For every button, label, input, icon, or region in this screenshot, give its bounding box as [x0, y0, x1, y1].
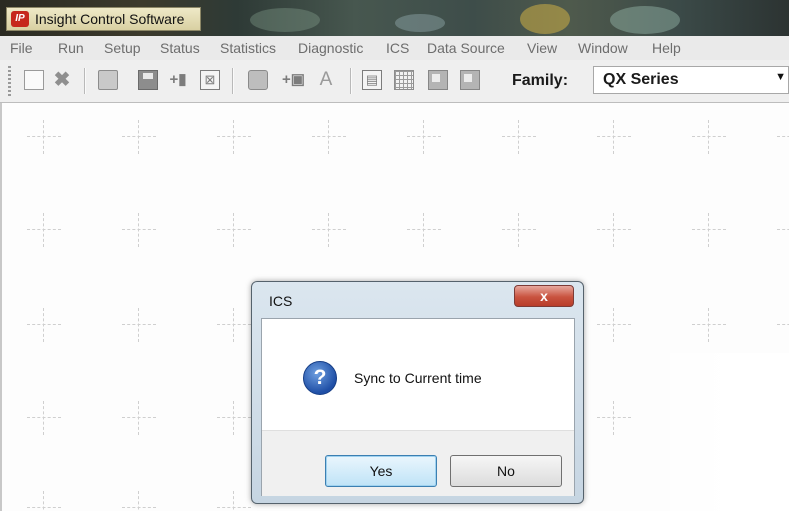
- menu-data-source[interactable]: Data Source: [427, 40, 505, 56]
- grid-cross: [407, 120, 441, 154]
- dialog-message: Sync to Current time: [354, 370, 482, 386]
- grid-cross: [597, 213, 631, 247]
- app-title: Insight Control Software: [35, 11, 185, 27]
- background-glow: [395, 14, 445, 32]
- question-icon: ?: [303, 361, 337, 395]
- delete-icon[interactable]: ✖: [52, 70, 72, 90]
- dialog-message-area: ? Sync to Current time: [262, 319, 574, 430]
- grid-cross: [122, 120, 156, 154]
- menu-ics[interactable]: ICS: [386, 40, 409, 56]
- grid-cross: [502, 120, 536, 154]
- layout-icon[interactable]: ▤: [362, 70, 382, 90]
- grid-cross: [217, 213, 251, 247]
- background-glow: [610, 6, 680, 34]
- app-logo-icon: IP: [11, 11, 29, 27]
- grid-cross: [122, 491, 156, 511]
- toolbar-separator: [232, 68, 234, 94]
- yes-button[interactable]: Yes: [325, 455, 437, 487]
- dialog-button-area: Yes No: [262, 430, 574, 496]
- window-title-bar: IP Insight Control Software: [0, 0, 789, 36]
- family-label: Family:: [512, 72, 569, 89]
- grid-cross: [407, 213, 441, 247]
- grid-cross: [312, 213, 346, 247]
- toolbar-separator: [350, 68, 352, 94]
- new-document-icon[interactable]: [24, 70, 44, 90]
- grid-cross: [777, 120, 789, 154]
- background-glow: [250, 8, 320, 32]
- grid-cross: [217, 120, 251, 154]
- export-icon[interactable]: ⊠: [200, 70, 220, 90]
- menu-window[interactable]: Window: [578, 40, 628, 56]
- add-record-icon[interactable]: +▣: [282, 70, 305, 90]
- grid-cross: [122, 308, 156, 342]
- grid-cross: [217, 491, 251, 511]
- dialog-title: ICS: [269, 293, 293, 309]
- menu-statistics[interactable]: Statistics: [220, 40, 276, 56]
- menu-file[interactable]: File: [10, 40, 33, 56]
- chevron-down-icon[interactable]: ▼: [775, 71, 786, 83]
- font-icon[interactable]: A: [316, 70, 336, 90]
- menu-view[interactable]: View: [527, 40, 557, 56]
- grid-cross: [777, 308, 789, 342]
- grid-cross: [597, 308, 631, 342]
- menu-status[interactable]: Status: [160, 40, 200, 56]
- grid-cross: [597, 401, 631, 435]
- grid-cross: [122, 213, 156, 247]
- family-dropdown-value: QX Series: [603, 71, 679, 88]
- open-folder-icon[interactable]: [98, 70, 118, 90]
- tile-icon[interactable]: [460, 70, 480, 90]
- grid-cross: [122, 401, 156, 435]
- menu-setup[interactable]: Setup: [104, 40, 141, 56]
- no-button[interactable]: No: [450, 455, 562, 487]
- grid-icon[interactable]: [394, 70, 414, 90]
- workspace-fade: [649, 353, 789, 511]
- close-button[interactable]: x: [514, 285, 574, 307]
- grid-cross: [692, 213, 726, 247]
- dialog-body: ? Sync to Current time Yes No: [261, 318, 575, 496]
- grid-cross: [692, 120, 726, 154]
- background-glow: [520, 4, 570, 34]
- ics-dialog: ICS x ? Sync to Current time Yes No: [251, 281, 584, 504]
- app-title-box: IP Insight Control Software: [6, 7, 201, 31]
- menu-diagnostic[interactable]: Diagnostic: [298, 40, 363, 56]
- grid-cross: [217, 401, 251, 435]
- grid-cross: [312, 120, 346, 154]
- menu-run[interactable]: Run: [58, 40, 84, 56]
- save-icon[interactable]: [138, 70, 158, 90]
- window-icon[interactable]: [428, 70, 448, 90]
- grid-cross: [27, 491, 61, 511]
- toolbar: ✖ +▮ ⊠ +▣ A ▤ Family: QX Series ▼: [0, 60, 789, 103]
- grid-cross: [502, 213, 536, 247]
- print-icon[interactable]: [248, 70, 268, 90]
- toolbar-separator: [84, 68, 86, 94]
- grid-cross: [777, 213, 789, 247]
- grid-cross: [27, 308, 61, 342]
- add-icon[interactable]: +▮: [168, 70, 188, 90]
- grid-cross: [27, 213, 61, 247]
- grid-cross: [692, 308, 726, 342]
- menu-help[interactable]: Help: [652, 40, 681, 56]
- grid-cross: [217, 308, 251, 342]
- menu-bar: File Run Setup Status Statistics Diagnos…: [0, 36, 789, 61]
- family-dropdown[interactable]: QX Series ▼: [593, 66, 789, 94]
- grid-cross: [27, 120, 61, 154]
- grid-cross: [597, 120, 631, 154]
- grid-cross: [27, 401, 61, 435]
- toolbar-grip[interactable]: [8, 66, 11, 96]
